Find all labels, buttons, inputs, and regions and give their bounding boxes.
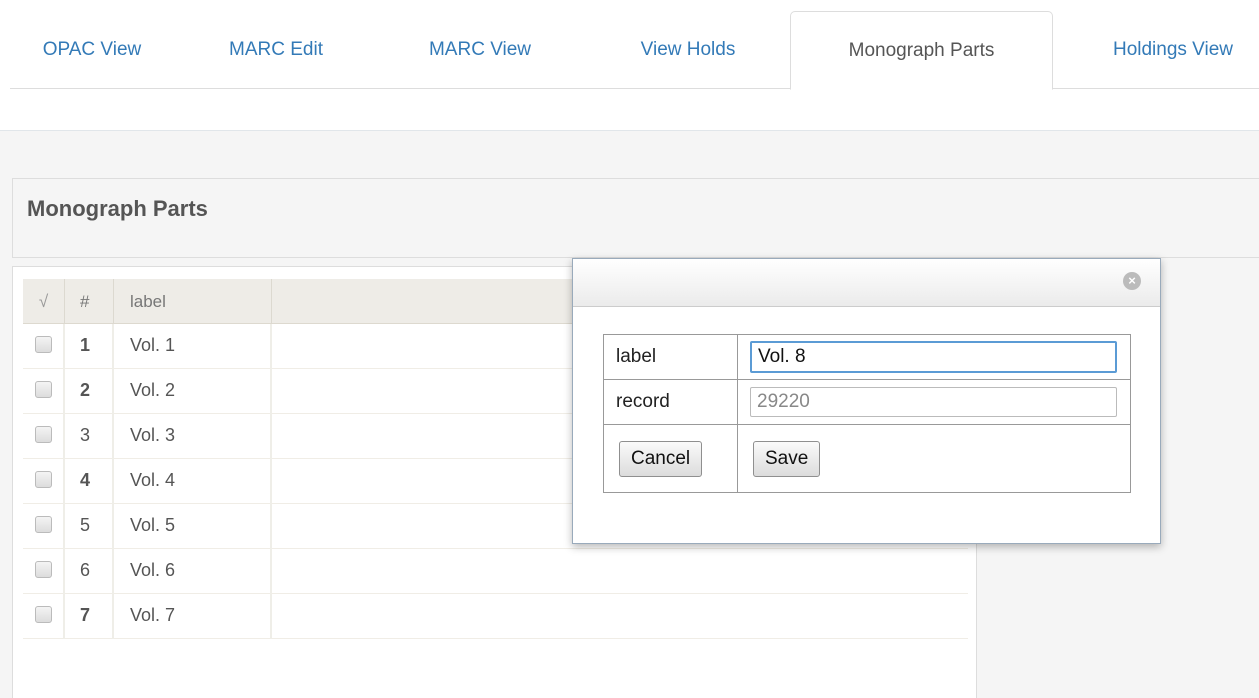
row-select-cell — [23, 549, 65, 594]
save-cell: Save — [737, 424, 1131, 493]
row-number: 1 — [65, 324, 114, 369]
part-form: label record Cancel Save — [603, 334, 1131, 493]
row-select-cell — [23, 414, 65, 459]
row-select-cell — [23, 324, 65, 369]
tab-monograph-parts[interactable]: Monograph Parts — [790, 11, 1053, 90]
row-checkbox[interactable] — [34, 426, 52, 444]
label-input[interactable] — [750, 341, 1117, 373]
add-part-dialog: × label record Cancel Save — [572, 258, 1161, 544]
row-checkbox[interactable] — [34, 606, 52, 624]
select-all-header[interactable]: √ — [23, 279, 65, 324]
cancel-button[interactable]: Cancel — [619, 440, 703, 477]
record-field-cell — [737, 379, 1131, 425]
table-row[interactable]: 7 Vol. 7 — [23, 594, 968, 639]
column-header-label[interactable]: label — [114, 279, 272, 324]
label-field-cell — [737, 334, 1131, 380]
row-number: 5 — [65, 504, 114, 549]
row-number: 7 — [65, 594, 114, 639]
column-header-number[interactable]: # — [65, 279, 114, 324]
row-checkbox[interactable] — [34, 336, 52, 354]
dialog-header: × — [573, 259, 1160, 307]
row-select-cell — [23, 504, 65, 549]
panel-title: Monograph Parts — [27, 196, 208, 221]
row-number: 6 — [65, 549, 114, 594]
form-row-buttons: Cancel Save — [603, 424, 1131, 493]
cancel-cell: Cancel — [603, 424, 738, 493]
row-label: Vol. 5 — [114, 504, 272, 549]
tab-holdings-view[interactable]: Holdings View — [1078, 11, 1259, 89]
save-button[interactable]: Save — [753, 440, 821, 477]
row-label: Vol. 2 — [114, 369, 272, 414]
row-select-cell — [23, 459, 65, 504]
row-select-cell — [23, 594, 65, 639]
row-checkbox[interactable] — [34, 381, 52, 399]
tab-bar: OPAC View MARC Edit MARC View View Holds… — [0, 0, 1259, 90]
record-field-label: record — [603, 379, 738, 425]
row-checkbox[interactable] — [34, 561, 52, 579]
panel-heading: Monograph Parts — [12, 178, 1259, 258]
row-label: Vol. 4 — [114, 459, 272, 504]
form-row-record: record — [603, 379, 1131, 425]
tab-marc-view[interactable]: MARC View — [400, 11, 560, 89]
row-number: 4 — [65, 459, 114, 504]
form-row-label: label — [603, 334, 1131, 380]
label-field-label: label — [603, 334, 738, 380]
tab-opac-view[interactable]: OPAC View — [12, 11, 172, 89]
check-mark-icon: √ — [38, 292, 49, 311]
close-circle-icon[interactable]: × — [1123, 272, 1141, 290]
row-select-cell — [23, 369, 65, 414]
row-number: 2 — [65, 369, 114, 414]
row-label: Vol. 1 — [114, 324, 272, 369]
row-label: Vol. 6 — [114, 549, 272, 594]
row-number: 3 — [65, 414, 114, 459]
row-label: Vol. 3 — [114, 414, 272, 459]
row-checkbox[interactable] — [34, 471, 52, 489]
table-row[interactable]: 6 Vol. 6 — [23, 549, 968, 594]
row-label: Vol. 7 — [114, 594, 272, 639]
tab-view-holds[interactable]: View Holds — [608, 11, 768, 89]
row-checkbox[interactable] — [34, 516, 52, 534]
tab-marc-edit[interactable]: MARC Edit — [206, 11, 346, 89]
record-input — [750, 387, 1117, 417]
